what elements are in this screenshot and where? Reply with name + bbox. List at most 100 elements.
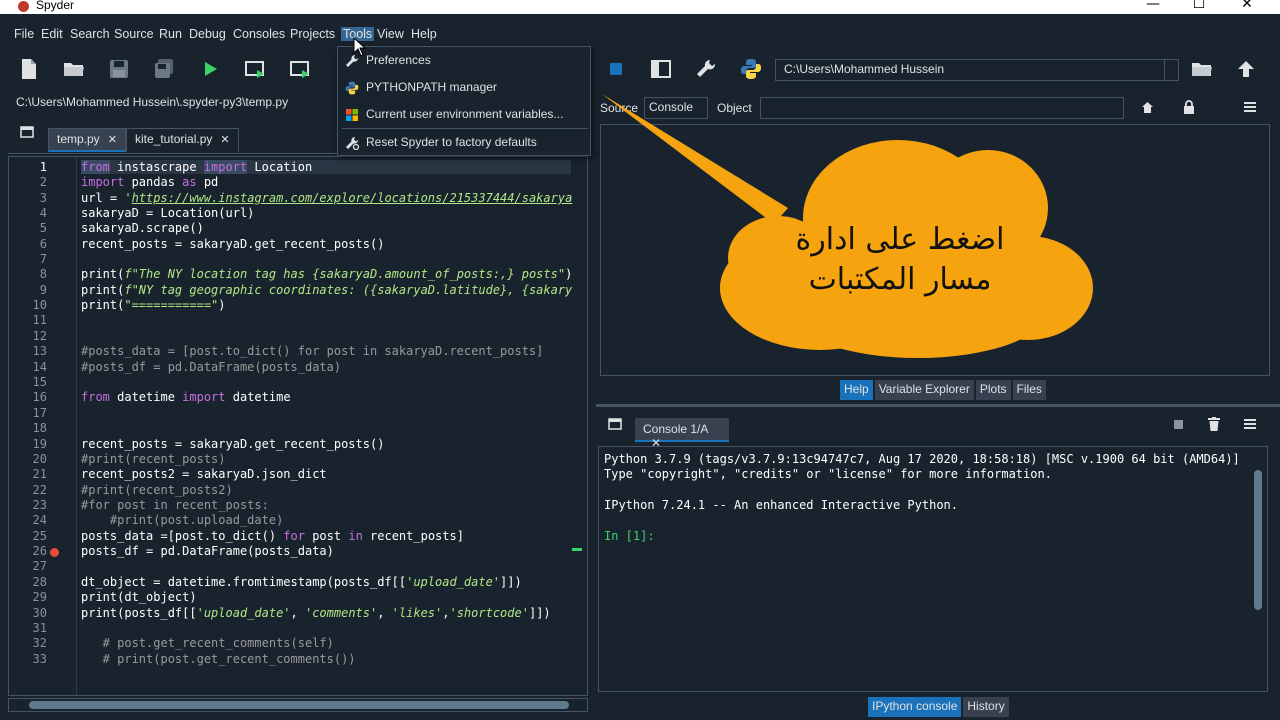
menu-file[interactable]: File <box>14 27 34 41</box>
code-line[interactable]: #posts_df = pd.DataFrame(posts_data) <box>81 360 341 374</box>
menu-debug[interactable]: Debug <box>189 27 226 41</box>
interrupt-kernel-icon[interactable] <box>1174 420 1183 429</box>
code-line[interactable]: recent_posts2 = sakaryaD.json_dict <box>81 467 327 481</box>
console-prompt[interactable]: In [1]: <box>604 529 655 543</box>
run-icon[interactable] <box>199 58 221 80</box>
pythonpath-icon[interactable] <box>740 58 762 80</box>
line-number: 33 <box>32 652 47 666</box>
title-bar: Spyder — ☐ ✕ <box>0 0 1280 14</box>
pane-options-menu-icon[interactable] <box>1244 102 1256 112</box>
code-line[interactable]: posts_df = pd.DataFrame(posts_data) <box>81 544 334 558</box>
save-all-icon[interactable] <box>153 58 175 80</box>
lower-pane-tab-bar: IPython console History <box>868 697 1009 717</box>
console-vertical-scrollbar[interactable] <box>1252 466 1264 688</box>
code-line[interactable]: posts_data =[post.to_dict() for post in … <box>81 529 464 543</box>
code-line[interactable]: print("===========") <box>81 298 226 312</box>
code-line[interactable]: print(dt_object) <box>81 590 197 604</box>
tab-history[interactable]: History <box>963 697 1009 717</box>
save-icon[interactable] <box>108 58 130 80</box>
browse-tabs-icon[interactable] <box>20 126 34 138</box>
editor-horizontal-scrollbar[interactable] <box>8 698 588 712</box>
code-line[interactable]: #print(recent_posts2) <box>81 483 233 497</box>
ipython-console-output[interactable] <box>598 446 1268 692</box>
menu-item-preferences[interactable]: Preferences <box>338 48 590 74</box>
menu-item-pythonpath-manager[interactable]: PYTHONPATH manager <box>338 75 590 101</box>
menu-item-reset-factory-defaults[interactable]: Reset Spyder to factory defaults <box>338 130 590 156</box>
working-directory-combobox[interactable]: C:\Users\Mohammed Hussein <box>775 59 1179 81</box>
tab-plots[interactable]: Plots <box>975 380 1011 400</box>
line-number-gutter[interactable]: 1 2 3 4 5 6 7 8 9 10 11 12 13 14 15 16 17 18 19 20 21 22 23 24 2… <box>9 157 77 695</box>
code-line[interactable]: #print(recent_posts) <box>81 452 226 466</box>
line-number: 32 <box>32 636 47 650</box>
preferences-wrench-icon[interactable] <box>695 58 717 80</box>
code-line[interactable]: recent_posts = sakaryaD.get_recent_posts… <box>81 437 384 451</box>
run-cell-advance-icon[interactable] <box>289 58 311 80</box>
maximize-button[interactable]: ☐ <box>1176 0 1222 14</box>
run-cell-icon[interactable] <box>244 58 266 80</box>
code-line[interactable]: #print(post.upload_date) <box>81 513 283 527</box>
tab-files[interactable]: Files <box>1012 380 1046 400</box>
new-file-icon[interactable] <box>18 58 40 80</box>
annotation-line-2: مسار المكتبات <box>808 262 992 297</box>
menu-help[interactable]: Help <box>411 27 437 41</box>
code-line[interactable]: #posts_data = [post.to_dict() for post i… <box>81 344 543 358</box>
code-line[interactable]: sakaryaD.scrape() <box>81 221 204 235</box>
menu-item-environment-variables[interactable]: Current user environment variables... <box>338 102 590 128</box>
code-line[interactable]: dt_object = datetime.fromtimestamp(posts… <box>81 575 522 589</box>
code-line[interactable]: from instascrape import Location <box>81 160 571 174</box>
code-line[interactable]: # print(post.get_recent_comments()) <box>81 652 356 666</box>
close-button[interactable]: ✕ <box>1224 0 1270 14</box>
line-number: 2 <box>39 175 47 189</box>
menu-run[interactable]: Run <box>159 27 182 41</box>
menu-item-label: PYTHONPATH manager <box>366 80 497 94</box>
maximize-pane-icon[interactable] <box>650 58 672 80</box>
scrollbar-thumb[interactable] <box>1254 470 1262 610</box>
menu-view[interactable]: View <box>377 27 404 41</box>
code-line[interactable]: # post.get_recent_comments(self) <box>81 636 334 650</box>
browse-folder-icon[interactable] <box>1191 58 1213 80</box>
tab-help[interactable]: Help <box>840 380 873 400</box>
spyder-logo-icon <box>18 1 29 12</box>
open-folder-icon[interactable] <box>63 58 85 80</box>
scrollbar-thumb[interactable] <box>29 701 569 709</box>
trash-icon[interactable] <box>1208 417 1220 431</box>
lock-icon[interactable] <box>1183 100 1195 114</box>
console-options-menu-icon[interactable] <box>1244 419 1256 429</box>
parent-directory-arrow-icon[interactable] <box>1235 58 1257 80</box>
menu-source[interactable]: Source <box>114 27 154 41</box>
chevron-down-icon[interactable] <box>1164 60 1178 80</box>
menu-item-label: Current user environment variables... <box>366 107 564 121</box>
menu-consoles[interactable]: Consoles <box>233 27 285 41</box>
code-line[interactable]: print(posts_df[['upload_date', 'comments… <box>81 606 551 620</box>
close-tab-icon[interactable]: ✕ <box>108 134 117 146</box>
code-line[interactable]: from datetime import datetime <box>81 390 291 404</box>
code-line[interactable]: print(f"The NY location tag has {sakarya… <box>81 267 572 281</box>
window-title: Spyder <box>36 0 75 12</box>
home-icon[interactable] <box>1141 101 1154 114</box>
tab-console-1a[interactable]: Console 1/A ✕ <box>635 418 729 450</box>
line-number: 14 <box>32 360 47 374</box>
breakpoint-icon[interactable] <box>50 548 59 557</box>
close-tab-icon[interactable]: ✕ <box>220 134 229 146</box>
menu-edit[interactable]: Edit <box>41 27 63 41</box>
minimize-button[interactable]: — <box>1130 0 1176 14</box>
line-number: 29 <box>32 590 47 604</box>
tab-kite-tutorial-py[interactable]: kite_tutorial.py ✕ <box>126 128 239 152</box>
code-line[interactable]: print(f"NY tag geographic coordinates: (… <box>81 283 572 297</box>
line-number: 18 <box>32 421 47 435</box>
tab-temp-py[interactable]: temp.py ✕ <box>48 128 126 152</box>
code-line[interactable]: sakaryaD = Location(url) <box>81 206 254 220</box>
stop-icon[interactable] <box>605 58 627 80</box>
tab-variable-explorer[interactable]: Variable Explorer <box>874 380 974 400</box>
tab-ipython-console[interactable]: IPython console <box>868 697 962 717</box>
menu-search[interactable]: Search <box>70 27 110 41</box>
line-number: 17 <box>32 406 47 420</box>
menu-projects[interactable]: Projects <box>290 27 335 41</box>
browse-consoles-icon[interactable] <box>608 418 622 430</box>
code-line[interactable]: recent_posts = sakaryaD.get_recent_posts… <box>81 237 384 251</box>
code-editor[interactable]: 1 2 3 4 5 6 7 8 9 10 11 12 13 14 15 16 17 18 19 20 21 22 23 24 2… <box>8 156 588 696</box>
code-line[interactable]: import pandas as pd <box>81 175 218 189</box>
code-line[interactable]: #for post in recent_posts: <box>81 498 269 512</box>
python-icon <box>345 81 359 95</box>
code-line[interactable]: url = 'https://www.instagram.com/explore… <box>81 191 572 205</box>
